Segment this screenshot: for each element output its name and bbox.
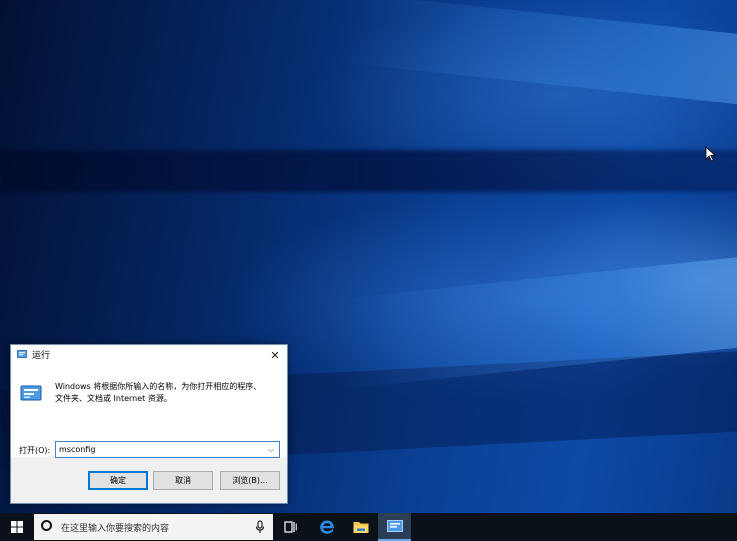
wallpaper-light-beam-bottom — [330, 245, 737, 390]
task-view-button[interactable] — [274, 513, 307, 541]
chevron-down-icon: ⌵ — [267, 444, 275, 454]
file-explorer-button[interactable] — [344, 513, 377, 541]
wallpaper-dark-band — [0, 150, 737, 192]
taskbar: 在这里输入你要搜索的内容 — [0, 513, 737, 541]
wallpaper-light-beam-top — [332, 0, 737, 116]
dialog-title: 运行 — [32, 351, 51, 361]
description-line-2: 文件夹、文档或 Internet 资源。 — [55, 394, 172, 403]
close-icon: ✕ — [270, 348, 280, 362]
cancel-button[interactable]: 取消 — [153, 471, 213, 490]
dialog-description: Windows 将根据你所输入的名称，为你打开相应的程序、 文件夹、文档或 In… — [55, 381, 283, 405]
run-small-icon — [17, 350, 27, 358]
search-circle-icon — [41, 520, 52, 531]
search-placeholder: 在这里输入你要搜索的内容 — [61, 524, 170, 534]
microphone-icon[interactable] — [255, 520, 265, 534]
task-view-icon — [284, 521, 297, 533]
windows-start-icon — [10, 521, 23, 533]
mouse-cursor-icon — [705, 146, 717, 162]
open-combobox[interactable]: ⌵ — [55, 441, 280, 458]
ok-button[interactable]: 确定 — [88, 471, 148, 490]
description-line-1: Windows 将根据你所输入的名称，为你打开相应的程序、 — [55, 382, 262, 391]
start-button[interactable] — [0, 513, 33, 541]
browse-button[interactable]: 浏览(B)... — [220, 471, 280, 490]
dialog-titlebar[interactable]: 运行 ✕ — [11, 345, 287, 365]
edge-button[interactable] — [310, 513, 343, 541]
run-icon — [386, 520, 403, 532]
run-dialog: 运行 ✕ Windows 将根据你所输入的名称，为你打开相应的程序、 文件夹、文… — [10, 344, 288, 504]
edge-icon — [319, 520, 334, 534]
open-label: 打开(O): — [19, 446, 51, 455]
run-taskbar-button[interactable] — [378, 513, 411, 541]
open-input[interactable] — [56, 442, 264, 457]
run-icon — [20, 385, 42, 401]
file-explorer-icon — [353, 522, 368, 533]
taskbar-search-box[interactable]: 在这里输入你要搜索的内容 — [34, 514, 273, 540]
dropdown-button[interactable]: ⌵ — [265, 443, 277, 456]
close-button[interactable]: ✕ — [263, 345, 287, 365]
dialog-content: Windows 将根据你所输入的名称，为你打开相应的程序、 文件夹、文档或 In… — [11, 365, 287, 458]
